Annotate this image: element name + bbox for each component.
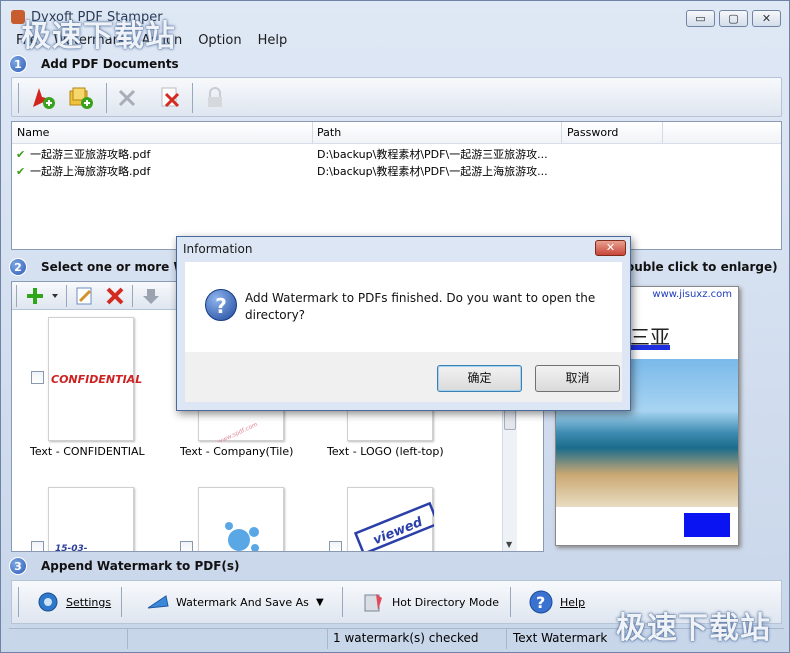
site-watermark-logo: 极速下载站 [21, 19, 176, 54]
column-name[interactable]: Name [17, 126, 49, 139]
save-as-icon [147, 595, 169, 609]
cancel-button[interactable]: 取消 [535, 365, 620, 392]
scrollbar-thumb[interactable] [504, 410, 516, 430]
information-dialog: Information ✕ ? Add Watermark to PDFs fi… [176, 236, 631, 411]
add-folder-icon[interactable] [68, 85, 94, 111]
settings-button[interactable]: Settings [36, 581, 111, 623]
add-pdf-icon[interactable] [30, 85, 56, 111]
scroll-down-arrow-icon[interactable]: ▼ [506, 540, 512, 549]
step-number-2: 2 [9, 258, 27, 276]
menu-option[interactable]: Option [197, 33, 242, 48]
watermark-label: Text - LOGO (left-top) [327, 445, 444, 458]
file-list[interactable]: Name Path Password ✔ 一起游三亚旅游攻略.pdf D:\bac… [11, 121, 782, 250]
file-row[interactable]: ✔ 一起游三亚旅游攻略.pdf D:\backup\教程素材\PDF\一起游三亚旅… [12, 144, 781, 161]
site-watermark-logo: 极速下载站 [616, 611, 771, 646]
delete-icon[interactable] [104, 285, 126, 307]
file-row[interactable]: ✔ 一起游上海旅游攻略.pdf D:\backup\教程素材\PDF\一起游上海旅… [12, 161, 781, 178]
save-as-dropdown[interactable]: ▼ [316, 581, 324, 623]
dialog-close-button[interactable]: ✕ [595, 240, 626, 256]
maximize-button[interactable]: ▢ [719, 10, 748, 27]
svg-text:www.spdf.com: www.spdf.com [217, 421, 259, 442]
column-path[interactable]: Path [317, 126, 341, 139]
menu-help[interactable]: Help [257, 33, 289, 48]
watermark-thumbnail[interactable]: viewed [347, 487, 434, 551]
file-name: 一起游三亚旅游攻略.pdf [30, 148, 151, 161]
file-name: 一起游上海旅游攻略.pdf [30, 165, 151, 178]
remove-all-icon[interactable] [158, 85, 184, 111]
watermark-thumbnail[interactable]: CONFIDENTIAL [48, 317, 142, 441]
watermark-thumbnail[interactable]: 15-03-0910:23:19 [48, 487, 134, 552]
window-controls: ▭ ▢ ✕ [686, 10, 781, 27]
minimize-button[interactable]: ▭ [686, 10, 715, 27]
doc-toolbar [11, 77, 782, 117]
svg-text:?: ? [536, 593, 545, 612]
lock-icon[interactable] [202, 85, 228, 111]
add-watermark-icon[interactable] [24, 285, 46, 307]
hot-directory-label: Hot Directory Mode [392, 595, 499, 609]
file-path: D:\backup\教程素材\PDF\一起游三亚旅游攻... [317, 148, 548, 161]
settings-label: Settings [66, 595, 112, 609]
chevron-down-icon[interactable] [50, 285, 60, 307]
check-icon: ✔ [16, 165, 26, 178]
dialog-footer: 确定 取消 [185, 352, 622, 402]
edit-icon[interactable] [74, 285, 96, 307]
watermark-label: Text - Company(Tile) [180, 445, 294, 458]
remove-icon[interactable] [114, 85, 140, 111]
watermark-checkbox[interactable] [180, 541, 193, 551]
watermark-thumbnail[interactable] [198, 487, 284, 551]
preview-blue-block [684, 513, 730, 537]
status-checked-count: 1 watermark(s) checked [333, 631, 479, 645]
dialog-title: Information [183, 242, 253, 256]
watermark-save-as-button[interactable]: Watermark And Save As [146, 581, 309, 623]
status-watermark-type: Text Watermark [513, 631, 608, 645]
watermark-checkbox[interactable] [31, 371, 44, 384]
column-password[interactable]: Password [567, 126, 618, 139]
save-as-label: Watermark And Save As [176, 595, 309, 609]
close-button[interactable]: ✕ [752, 10, 781, 27]
dialog-body: ? Add Watermark to PDFs finished. Do you… [185, 262, 622, 352]
chevron-down-icon: ▼ [316, 596, 324, 608]
hot-directory-icon [364, 594, 382, 612]
watermark-label: Text - CONFIDENTIAL [30, 445, 145, 458]
check-icon: ✔ [16, 148, 26, 161]
step-number-1: 1 [9, 55, 27, 73]
svg-text:www.spdf.com: www.spdf.com [270, 429, 285, 442]
gear-icon [38, 592, 58, 612]
file-path: D:\backup\教程素材\PDF\一起游上海旅游攻... [317, 165, 548, 178]
dialog-message: Add Watermark to PDFs finished. Do you w… [245, 291, 596, 322]
preview-title-bar [630, 345, 670, 350]
move-down-icon[interactable] [140, 285, 162, 307]
preview-hint: ouble click to enlarge) [626, 260, 778, 274]
section-append: 3 Append Watermark to PDF(s) [9, 554, 782, 578]
thumb-text: CONFIDENTIAL [51, 373, 143, 386]
help-label: Help [560, 595, 586, 609]
watermark-checkbox[interactable] [329, 541, 342, 551]
thumb-text: 15-03-0910:23:19 [55, 544, 88, 552]
logo-thumb-icon [225, 522, 259, 551]
question-icon: ? [205, 289, 237, 321]
gallery-scrollbar[interactable]: ▼ [502, 402, 517, 551]
section-add-docs: 1 Add PDF Documents [9, 52, 782, 76]
preview-url: www.jisuxz.com [652, 289, 732, 300]
help-icon: ? [529, 590, 553, 614]
section-title: Append Watermark to PDF(s) [41, 559, 240, 573]
main-window: Dyxoft PDF Stamper ▭ ▢ ✕ File Watermark … [0, 0, 790, 653]
step-number-3: 3 [9, 557, 27, 575]
file-list-header: Name Path Password [12, 122, 781, 144]
ok-button[interactable]: 确定 [437, 365, 522, 392]
help-button[interactable]: ? Help [528, 581, 585, 623]
hot-directory-button[interactable]: Hot Directory Mode [362, 581, 499, 623]
watermark-checkbox[interactable] [31, 541, 44, 551]
section-title: Add PDF Documents [41, 57, 179, 71]
